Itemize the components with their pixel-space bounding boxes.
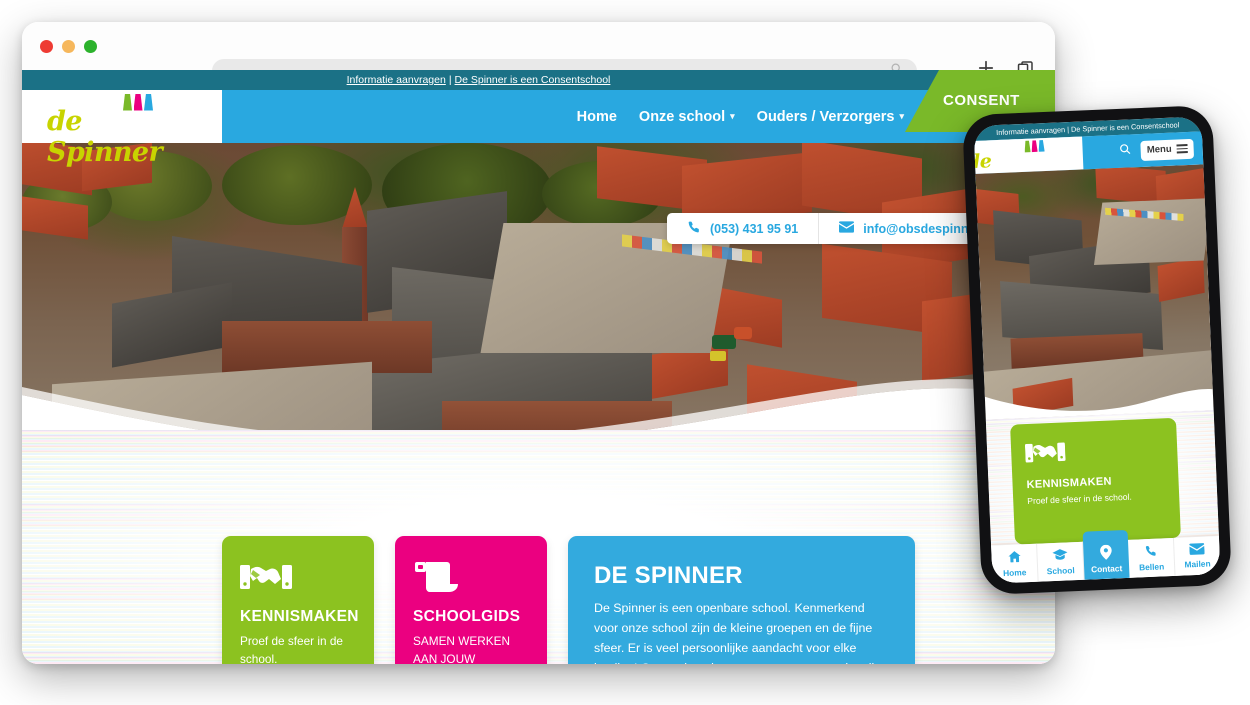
handshake-icon [1024, 434, 1164, 473]
map-pin-icon [1099, 544, 1113, 562]
hamburger-icon [1176, 144, 1188, 154]
card-title: DE SPINNER [594, 562, 743, 589]
mobile-nav-actions: Menu [1082, 138, 1203, 163]
website-viewport: Informatie aanvragen | De Spinner is een C… [22, 70, 1055, 664]
envelope-icon [839, 221, 855, 236]
chevron-down-icon: ▾ [730, 111, 735, 121]
mobile-menu-button[interactable]: Menu [1140, 138, 1195, 161]
card-de-spinner[interactable]: DE SPINNER De Spinner is een openbare sc… [568, 536, 915, 664]
nav-links: Home Onze school ▾ Ouders / Verzorgers ▾… [222, 109, 1055, 125]
site-logo[interactable]: de Spinner [22, 90, 222, 168]
card-subtitle: SAMEN WERKEN AAN JOUW TOEKOMST!! [413, 634, 511, 664]
mobile-menu-label: Menu [1146, 143, 1172, 156]
card-title: SCHOOLGIDS [413, 608, 521, 625]
mobile-tab-school-label: School [1046, 565, 1075, 577]
mobile-tab-mailen[interactable]: Mailen [1174, 536, 1221, 576]
topbar-separator: | [448, 74, 452, 86]
informatie-aanvragen-link[interactable]: Informatie aanvragen [347, 74, 446, 86]
hero-image [22, 143, 1055, 453]
envelope-icon [1189, 543, 1205, 558]
nav-item-home[interactable]: Home [577, 109, 617, 125]
minimize-window-button[interactable] [62, 39, 75, 53]
nav-item-onze-school[interactable]: Onze school ▾ [639, 109, 735, 125]
card-kennismaken[interactable]: KENNISMAKEN Proef de sfeer in de school.… [222, 536, 374, 664]
close-window-button[interactable] [40, 39, 53, 53]
logo-graphic: de Spinner [47, 93, 197, 168]
nav-item-ouders-verzorgers[interactable]: Ouders / Verzorgers ▾ [757, 109, 904, 125]
graduation-cap-icon [1052, 547, 1068, 564]
nav-item-ouders-verzorgers-label: Ouders / Verzorgers [756, 108, 895, 125]
mobile-tab-bellen-label: Bellen [1138, 561, 1165, 573]
nav-item-contact-label: Contact [926, 108, 980, 125]
mobile-logo-graphic: de Spinner [974, 139, 1068, 195]
parked-vehicle [734, 327, 752, 339]
mobile-card-kennismaken[interactable]: KENNISMAKEN Proef de sfeer in de school. [1010, 417, 1181, 545]
mobile-tab-home[interactable]: Home [991, 543, 1039, 584]
mobile-tab-bellen[interactable]: Bellen [1127, 537, 1176, 578]
phone-pill[interactable]: (053) 431 95 91 [667, 213, 818, 244]
home-icon [1007, 549, 1022, 566]
scroll-icon [413, 560, 529, 604]
phone-icon [1144, 544, 1158, 561]
mobile-site-logo[interactable]: de Spinner [974, 136, 1084, 195]
nav-item-contact[interactable]: Contact [926, 109, 980, 125]
mobile-tab-home-label: Home [1002, 567, 1027, 579]
browser-window: Informatie aanvragen | De Spinner is een C… [22, 22, 1055, 664]
nav-item-onze-school-label: Onze school [638, 108, 726, 125]
mobile-tab-school[interactable]: School [1037, 541, 1085, 582]
mobile-bottom-nav: Home School Contact Bellen Mailen [991, 529, 1221, 584]
mobile-hero-image [975, 164, 1214, 420]
consentschool-link[interactable]: De Spinner is een Consentschool [455, 74, 611, 86]
mobile-search-button[interactable] [1119, 142, 1133, 161]
utility-topbar: Informatie aanvragen | De Spinner is een C… [22, 70, 1055, 90]
card-title: KENNISMAKEN [240, 608, 359, 625]
mobile-tab-mailen-label: Mailen [1184, 558, 1211, 570]
parked-vehicle [710, 351, 726, 361]
parked-vehicle [712, 335, 736, 349]
contact-pills: (053) 431 95 91 info@obsdespinner.nl [667, 213, 1015, 244]
card-subtitle: Proef de sfeer in de school. [240, 634, 343, 664]
screenshot-stage: Informatie aanvragen | De Spinner is een C… [0, 0, 1250, 705]
card-body: De Spinner is een openbare school. Kenme… [594, 601, 885, 664]
tablet-device-mockup: Informatie aanvragen | De Spinner is een… [962, 104, 1232, 596]
window-controls[interactable] [40, 39, 97, 53]
mobile-tab-contact-label: Contact [1090, 562, 1123, 574]
phone-number: (053) 431 95 91 [710, 221, 799, 236]
maximize-window-button[interactable] [84, 39, 97, 53]
card-schoolgids[interactable]: SCHOOLGIDS SAMEN WERKEN AAN JOUW TOEKOMS… [395, 536, 547, 664]
logo-text: de Spinner [47, 105, 163, 168]
device-screen: Informatie aanvragen | De Spinner is een… [973, 116, 1221, 584]
nav-item-home-label: Home [576, 108, 617, 125]
mobile-card-subtitle: Proef de sfeer in de school. [1027, 491, 1133, 507]
browser-chrome [22, 22, 1055, 83]
chevron-down-icon: ▾ [899, 111, 905, 121]
mobile-tab-contact[interactable]: Contact [1082, 529, 1130, 580]
highlight-cards: KENNISMAKEN Proef de sfeer in de school.… [222, 536, 915, 664]
phone-icon [687, 220, 701, 237]
mobile-card-title: KENNISMAKEN [1026, 475, 1112, 492]
handshake-icon [240, 560, 356, 604]
main-navbar: de Spinner Home Onze school ▾ Ouders / V… [22, 90, 1055, 168]
utility-topbar-links: Informatie aanvragen | De Spinner is een C… [347, 74, 611, 86]
